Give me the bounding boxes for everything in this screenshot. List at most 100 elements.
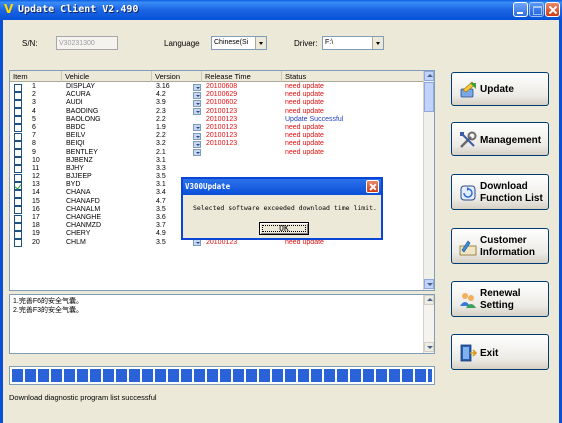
maximize-button[interactable]	[529, 2, 544, 17]
table-row[interactable]: 9 BENTLEY 2.1 need update	[10, 149, 424, 157]
update-button[interactable]: Update	[451, 72, 549, 106]
version-dropdown-icon[interactable]	[193, 83, 201, 91]
cell-release-time: 20100602	[206, 99, 238, 107]
cell-vehicle: BEIQI	[66, 140, 85, 148]
cell-version: 4.9	[156, 230, 166, 238]
cell-version: 3.3	[156, 164, 166, 172]
scroll-up-button[interactable]	[424, 295, 434, 305]
dialog-message: Selected software exceeded download time…	[193, 204, 377, 212]
cell-item: 3	[32, 99, 36, 107]
chevron-down-icon[interactable]	[372, 37, 383, 49]
time-limit-dialog[interactable]: V300Update Selected software exceeded do…	[181, 177, 383, 240]
version-dropdown-icon[interactable]	[193, 99, 201, 107]
cell-version: 3.6	[156, 214, 166, 221]
table-row[interactable]: 1 DISPLAY 3.16 20100608 need update	[10, 83, 424, 92]
column-header-status[interactable]: Status	[282, 71, 424, 82]
cell-vehicle: BYD	[66, 181, 81, 189]
minimize-button[interactable]	[513, 2, 528, 17]
driver-select[interactable]: F:\	[322, 36, 384, 50]
column-header-vehicle[interactable]: Vehicle	[62, 71, 152, 82]
update-notes-box[interactable]: 1.完善F6的安全气囊。 2.完善F3的安全气囊。	[9, 294, 435, 354]
version-dropdown-icon[interactable]	[193, 108, 201, 116]
table-row[interactable]: 5 BAOLONG 2.2 20100123 Update Successful	[10, 115, 424, 125]
cell-status: need update	[285, 91, 324, 99]
column-header-item[interactable]: Item	[10, 71, 62, 82]
notes-scrollbar[interactable]	[423, 295, 434, 353]
chevron-down-icon[interactable]	[255, 37, 266, 49]
note-line: 2.完善F3的安全气囊。	[13, 307, 84, 314]
dialog-title-bar[interactable]: V300Update	[183, 179, 381, 195]
cell-vehicle: CHANALM	[66, 205, 101, 213]
tools-icon	[460, 131, 477, 148]
table-row[interactable]: 8 BEIQI 3.2 20100123 need update	[10, 140, 424, 149]
table-row[interactable]: 2 ACURA 4.2 20100629 need update	[10, 91, 424, 100]
cell-version: 2.2	[156, 115, 166, 123]
table-row[interactable]: 6 BBDC 1.9 20100123 need update	[10, 123, 424, 133]
cell-item: 13	[32, 181, 40, 189]
download-function-list-button[interactable]: Download Function List	[451, 174, 549, 210]
cell-status: need update	[285, 83, 324, 90]
title-bar[interactable]: V Update Client V2.490	[0, 0, 562, 20]
cell-vehicle: DISPLAY	[66, 83, 96, 90]
management-button-label: Management	[480, 135, 542, 146]
note-line: 1.完善F6的安全气囊。	[13, 298, 84, 305]
row-checkbox[interactable]	[14, 239, 22, 248]
version-dropdown-icon[interactable]	[193, 91, 201, 99]
cell-release-time: 20100123	[206, 107, 238, 115]
column-header-release-time[interactable]: Release Time	[202, 71, 282, 82]
renewal-button-label-line1: Renewal	[480, 288, 521, 299]
language-select[interactable]: Chinese(Si	[211, 36, 267, 50]
cell-item: 10	[32, 156, 40, 164]
cell-version: 3.9	[156, 99, 166, 107]
table-row[interactable]: 10 BJBENZ 3.1	[10, 156, 424, 166]
dialog-ok-button[interactable]: OK	[259, 222, 309, 235]
dialog-close-button[interactable]	[366, 180, 379, 193]
cell-version: 3.5	[156, 205, 166, 213]
renewal-setting-button[interactable]: Renewal Setting	[451, 281, 549, 317]
cell-vehicle: CHANMZD	[66, 222, 101, 230]
cell-status: need update	[285, 123, 324, 131]
version-dropdown-icon[interactable]	[193, 140, 201, 148]
window-border-left	[0, 20, 3, 423]
column-header-version[interactable]: Version	[152, 71, 202, 82]
scroll-down-button[interactable]	[424, 342, 434, 352]
dialog-title: V300Update	[185, 182, 231, 191]
table-row[interactable]: 11 BJHY 3.3	[10, 164, 424, 174]
cell-vehicle: CHERY	[66, 230, 91, 238]
cell-release-time: 20100629	[206, 91, 238, 99]
cell-vehicle: CHANAFD	[66, 197, 100, 205]
scroll-down-button[interactable]	[424, 279, 434, 289]
cell-item: 11	[32, 164, 40, 172]
table-row[interactable]: 4 BAODING 2.3 20100123 need update	[10, 107, 424, 117]
table-scrollbar[interactable]	[423, 71, 434, 290]
cell-release-time: 20100123	[206, 123, 238, 131]
driver-label: Driver:	[294, 39, 318, 48]
version-dropdown-icon[interactable]	[193, 149, 201, 156]
version-dropdown-icon[interactable]	[193, 124, 201, 132]
customer-information-button[interactable]: Customer Information	[451, 228, 549, 264]
cell-item: 6	[32, 123, 36, 131]
table-row[interactable]: 3 AUDI 3.9 20100602 need update	[10, 99, 424, 108]
cell-item: 9	[32, 148, 36, 156]
cell-vehicle: BJHY	[66, 164, 84, 172]
download-button-label-line1: Download	[480, 181, 528, 192]
cell-version: 1.9	[156, 123, 166, 131]
cell-release-time: 20100123	[206, 140, 238, 148]
cell-version: 4.7	[156, 197, 166, 205]
cell-vehicle: BEILV	[66, 132, 86, 140]
cell-vehicle: BAODING	[66, 107, 99, 115]
table-header: Item Vehicle Version Release Time Status	[10, 71, 424, 82]
scroll-thumb[interactable]	[424, 82, 434, 112]
version-dropdown-icon[interactable]	[193, 132, 201, 140]
close-button[interactable]	[545, 2, 560, 17]
table-row[interactable]: 7 BEILV 2.2 20100123 need update	[10, 132, 424, 141]
management-button[interactable]: Management	[451, 122, 549, 156]
cell-vehicle: BAOLONG	[66, 115, 101, 123]
cell-item: 5	[32, 115, 36, 123]
version-dropdown-icon[interactable]	[193, 239, 201, 247]
sn-field: V30231300	[56, 36, 118, 50]
cell-status: need update	[285, 148, 324, 156]
cell-vehicle: CHANGHE	[66, 214, 102, 221]
exit-button[interactable]: Exit	[451, 334, 549, 370]
scroll-up-button[interactable]	[424, 71, 434, 81]
